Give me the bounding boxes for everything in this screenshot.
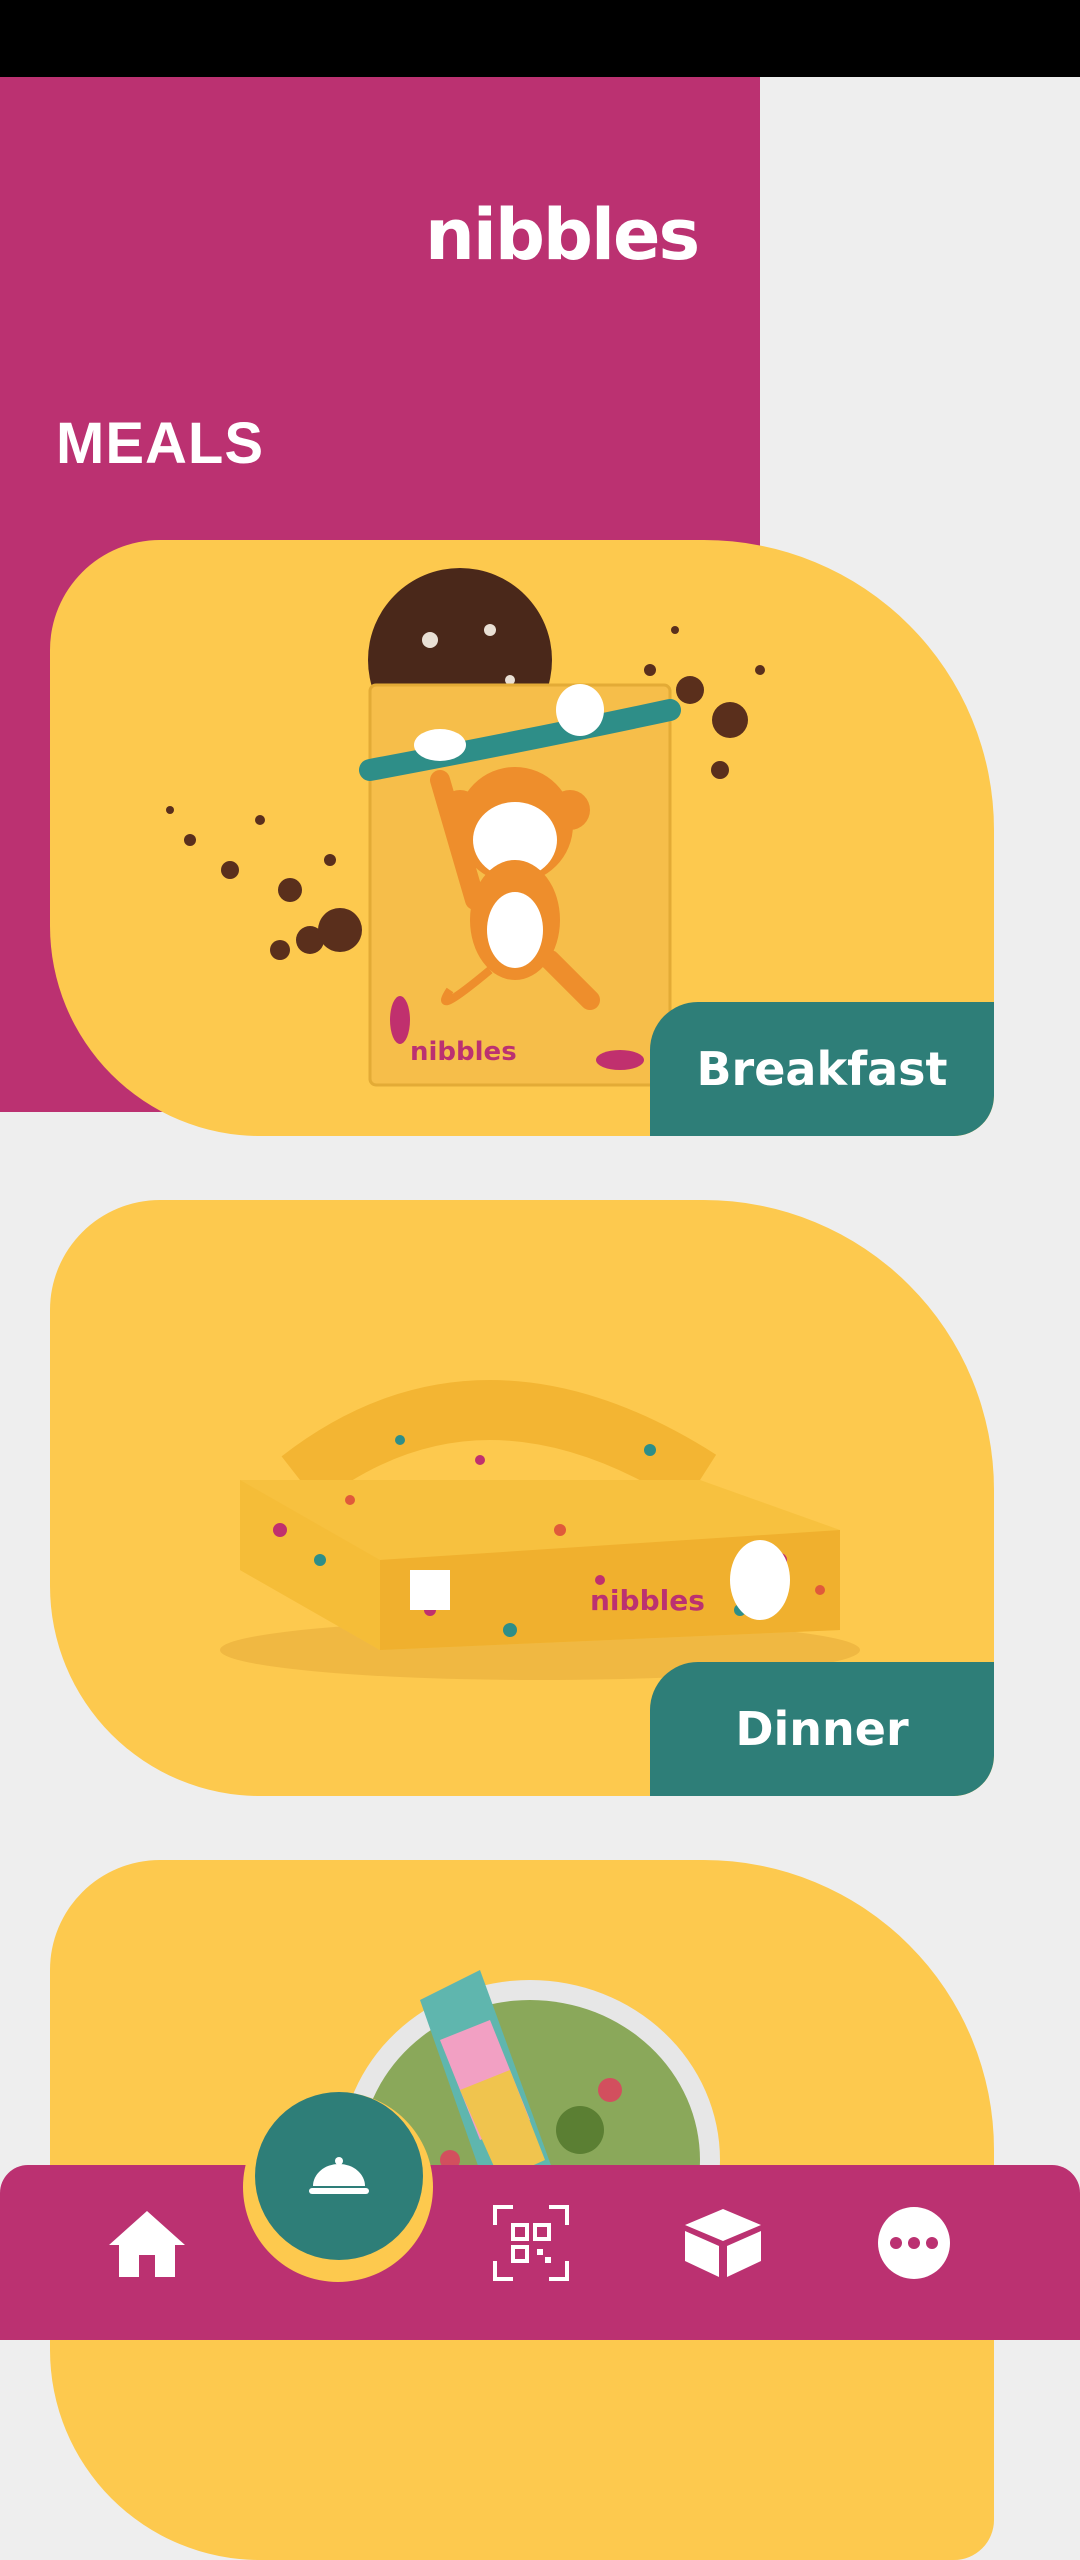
nav-more[interactable] bbox=[874, 2203, 954, 2283]
nav-meals[interactable] bbox=[255, 2092, 423, 2260]
box-icon bbox=[685, 2209, 761, 2277]
qr-scan-icon bbox=[493, 2205, 569, 2281]
nav-scan[interactable] bbox=[491, 2203, 571, 2283]
nav-box[interactable] bbox=[683, 2203, 763, 2283]
brand-logo: nibbles bbox=[425, 194, 700, 276]
home-icon bbox=[109, 2211, 185, 2277]
meal-card-dinner[interactable]: nibbles Dinner bbox=[50, 1200, 994, 1796]
dinner-label[interactable]: Dinner bbox=[650, 1662, 994, 1796]
box-brand-print: nibbles bbox=[590, 1584, 705, 1617]
page-title: MEALS bbox=[56, 411, 264, 476]
dinner-box-illustration: nibbles bbox=[220, 1380, 860, 1680]
bag-brand-print: nibbles bbox=[410, 1037, 517, 1067]
status-bar bbox=[0, 0, 1080, 77]
meal-cloche-icon bbox=[309, 2157, 369, 2194]
more-icon bbox=[878, 2207, 950, 2279]
breakfast-label[interactable]: Breakfast bbox=[650, 1002, 994, 1136]
meal-card-breakfast[interactable]: nibbles Breakfast bbox=[50, 540, 994, 1136]
nav-home[interactable] bbox=[107, 2203, 187, 2283]
